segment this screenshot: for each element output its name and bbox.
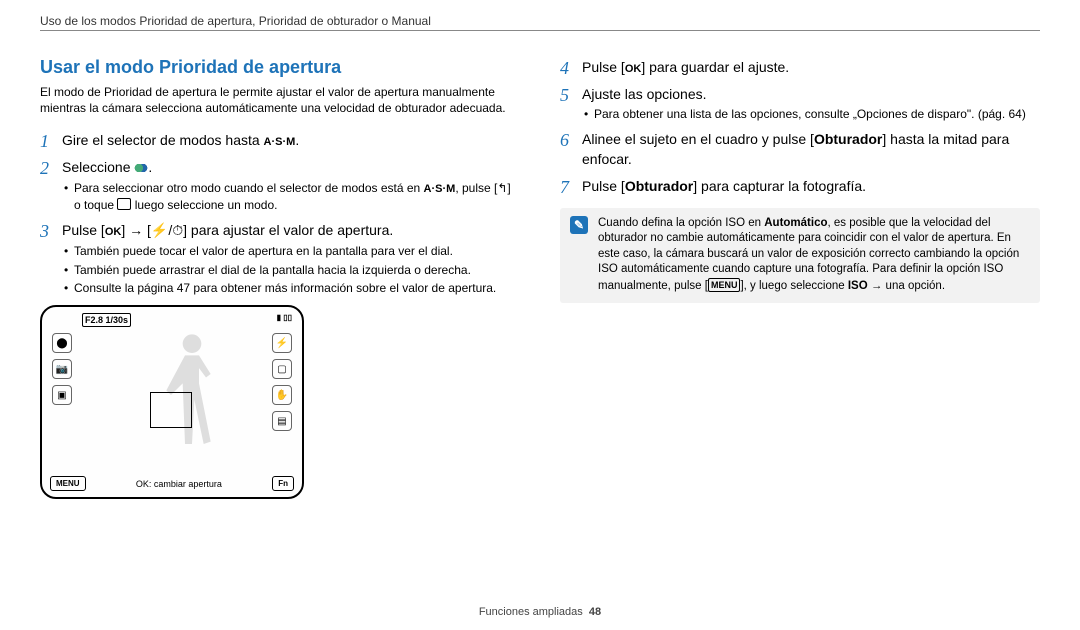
drive-icon: ▣ xyxy=(52,385,72,405)
mode-touch-icon xyxy=(117,198,131,210)
column-right: Pulse [OK] para guardar el ajuste. Ajust… xyxy=(560,57,1040,499)
hint-text: OK: cambiar apertura xyxy=(136,479,222,489)
ok-button-icon: OK xyxy=(625,62,642,78)
fn-button: Fn xyxy=(272,476,294,491)
step-1: Gire el selector de modos hasta A·S·M. xyxy=(40,130,520,151)
focus-mode-icon: ▢ xyxy=(272,359,292,379)
flash-icon: ⚡ xyxy=(151,222,168,238)
mode-asm-icon: A·S·M xyxy=(424,182,456,197)
section-title: Usar el modo Prioridad de apertura xyxy=(40,57,520,78)
step-text: . xyxy=(148,159,152,175)
footer-section: Funciones ampliadas xyxy=(479,606,583,618)
substep: También puede arrastrar el dial de la pa… xyxy=(62,262,520,279)
menu-button-icon: MENU xyxy=(708,278,741,292)
step-text: Gire el selector de modos hasta xyxy=(62,132,264,148)
stabilizer-icon: ✋ xyxy=(272,385,292,405)
mode-indicator-icon: ⬤ xyxy=(52,333,72,353)
step-5: Ajuste las opciones. Para obtener una li… xyxy=(560,84,1040,123)
step-2: Seleccione . Para seleccionar otro modo … xyxy=(40,157,520,213)
step-6: Alinee el sujeto en el cuadro y pulse [O… xyxy=(560,129,1040,170)
exposure-readout: F2.8 1/30s xyxy=(82,313,131,327)
aperture-mode-icon xyxy=(134,163,148,173)
camera-icon: 📷 xyxy=(52,359,72,379)
flash-off-icon: ⚡ xyxy=(272,333,292,353)
substep: Consulte la página 47 para obtener más i… xyxy=(62,280,520,297)
focus-area xyxy=(150,392,192,428)
breadcrumb-header: Uso de los modos Prioridad de apertura, … xyxy=(40,14,1040,31)
quality-icon: ▤ xyxy=(272,411,292,431)
substep: Para obtener una lista de las opciones, … xyxy=(582,106,1040,123)
ok-button-icon: OK xyxy=(105,225,122,241)
camera-lcd-mock: F2.8 1/30s ▮ ▯▯ ⬤ 📷 ▣ ⚡ ▢ ✋ ▤ xyxy=(40,305,304,499)
page-footer: Funciones ampliadas 48 xyxy=(0,606,1080,618)
note-text: Cuando defina la opción ISO en Automátic… xyxy=(598,216,1030,295)
shutter-label: Obturador xyxy=(814,131,882,147)
substep: Para seleccionar otro modo cuando el sel… xyxy=(62,180,520,214)
step-text: Pulse [ xyxy=(62,222,105,238)
step-4: Pulse [OK] para guardar el ajuste. xyxy=(560,57,1040,78)
back-icon: ↰ xyxy=(497,181,507,195)
info-note: ✎ Cuando defina la opción ISO en Automát… xyxy=(560,208,1040,303)
step-text: . xyxy=(295,132,299,148)
timer-icon: ⏱ xyxy=(172,222,183,238)
column-left: Usar el modo Prioridad de apertura El mo… xyxy=(40,57,520,499)
step-text: Seleccione xyxy=(62,159,134,175)
substep: También puede tocar el valor de apertura… xyxy=(62,243,520,260)
mode-asm-icon: A·S·M xyxy=(264,135,296,151)
info-icon: ✎ xyxy=(570,216,588,234)
shutter-label: Obturador xyxy=(625,178,693,194)
menu-button: MENU xyxy=(50,476,86,491)
step-3: Pulse [OK] → [⚡/⏱] para ajustar el valor… xyxy=(40,220,520,297)
page-number: 48 xyxy=(589,606,601,618)
step-7: Pulse [Obturador] para capturar la fotog… xyxy=(560,176,1040,196)
battery-indicator: ▮ ▯▯ xyxy=(277,313,292,327)
intro-text: El modo de Prioridad de apertura le perm… xyxy=(40,84,520,116)
